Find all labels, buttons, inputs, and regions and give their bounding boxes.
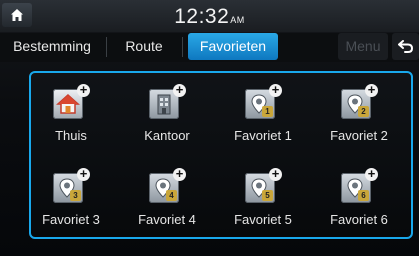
- nav-screen: 12:32AM Bestemming Route Favorieten Menu: [0, 0, 419, 256]
- favorite-item-favoriet-5[interactable]: 5 + Favoriet 5: [217, 167, 309, 241]
- add-plus-icon: +: [77, 167, 90, 181]
- favorite-item-favoriet-6[interactable]: 6 + Favoriet 6: [313, 167, 405, 241]
- tab-bestemming[interactable]: Bestemming: [4, 33, 100, 60]
- clock-ampm: AM: [230, 15, 245, 25]
- favorites-panel: + Thuis + Kantoor 1 + Favoriet 1 2 + Fav…: [29, 71, 413, 239]
- favorite-number-badge: 4: [166, 190, 177, 201]
- tab-separator: [182, 37, 183, 57]
- favorite-number-badge: 3: [70, 190, 81, 201]
- add-plus-icon: +: [173, 83, 186, 97]
- menu-button[interactable]: Menu: [338, 33, 388, 60]
- favorite-number-badge: 2: [358, 106, 369, 117]
- favorite-label: Favoriet 2: [330, 128, 388, 143]
- back-arrow-icon: [398, 40, 413, 53]
- add-plus-icon: +: [269, 167, 282, 181]
- favorite-label: Favoriet 6: [330, 212, 388, 227]
- favorite-label: Favoriet 3: [42, 212, 100, 227]
- status-bar: 12:32AM: [0, 0, 419, 32]
- favorite-item-favoriet-4[interactable]: 4 + Favoriet 4: [121, 167, 213, 241]
- favorite-label: Thuis: [55, 128, 87, 143]
- tab-route[interactable]: Route: [112, 33, 176, 60]
- favorite-label: Favoriet 4: [138, 212, 196, 227]
- favorite-number-badge: 6: [358, 190, 369, 201]
- add-plus-icon: +: [365, 83, 378, 97]
- favorite-label: Favoriet 1: [234, 128, 292, 143]
- back-button[interactable]: [392, 33, 419, 60]
- favorite-item-thuis[interactable]: + Thuis: [25, 83, 117, 157]
- add-plus-icon: +: [365, 167, 378, 181]
- favorite-item-favoriet-2[interactable]: 2 + Favoriet 2: [313, 83, 405, 157]
- favorite-label: Kantoor: [144, 128, 190, 143]
- add-plus-icon: +: [173, 167, 186, 181]
- favorite-number-badge: 5: [262, 190, 273, 201]
- add-plus-icon: +: [77, 83, 90, 97]
- tab-favorieten[interactable]: Favorieten: [188, 33, 278, 60]
- favorite-item-favoriet-1[interactable]: 1 + Favoriet 1: [217, 83, 309, 157]
- favorite-item-favoriet-3[interactable]: 3 + Favoriet 3: [25, 167, 117, 241]
- favorite-label: Favoriet 5: [234, 212, 292, 227]
- clock: 12:32AM: [0, 5, 419, 29]
- clock-time: 12:32: [174, 5, 230, 28]
- tab-bar: Bestemming Route Favorieten Menu: [0, 33, 419, 62]
- favorite-number-badge: 1: [262, 106, 273, 117]
- tab-separator: [106, 37, 107, 57]
- favorite-item-kantoor[interactable]: + Kantoor: [121, 83, 213, 157]
- add-plus-icon: +: [269, 83, 282, 97]
